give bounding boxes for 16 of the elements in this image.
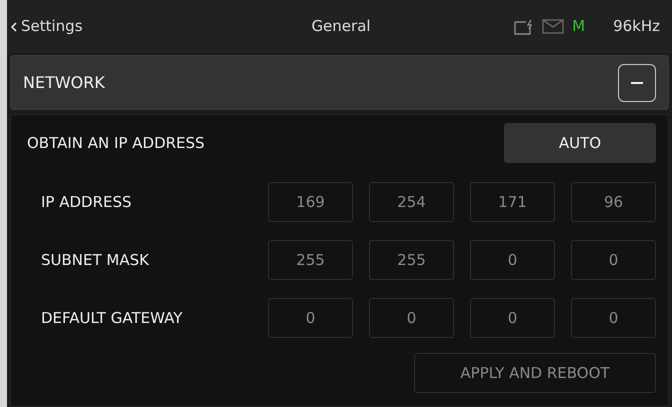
section-title: NETWORK xyxy=(23,72,105,94)
back-button[interactable]: Settings xyxy=(11,15,241,38)
status-letter: M xyxy=(572,16,586,38)
chevron-left-icon xyxy=(11,22,17,32)
auto-button[interactable]: AUTO xyxy=(504,123,656,163)
minus-icon xyxy=(631,82,643,84)
field-label: DEFAULT GATEWAY xyxy=(40,308,184,329)
card-flash-icon xyxy=(514,18,534,34)
mail-icon xyxy=(542,19,564,34)
page-title: General xyxy=(310,16,372,38)
sample-rate: 96kHz xyxy=(613,16,660,38)
section-header[interactable]: NETWORK xyxy=(10,55,669,110)
field-label: IP ADDRESS xyxy=(40,192,133,213)
field-label: SUBNET MASK xyxy=(40,250,150,271)
obtain-ip-label: OBTAIN AN IP ADDRESS xyxy=(26,132,205,154)
collapse-button[interactable] xyxy=(618,64,656,102)
